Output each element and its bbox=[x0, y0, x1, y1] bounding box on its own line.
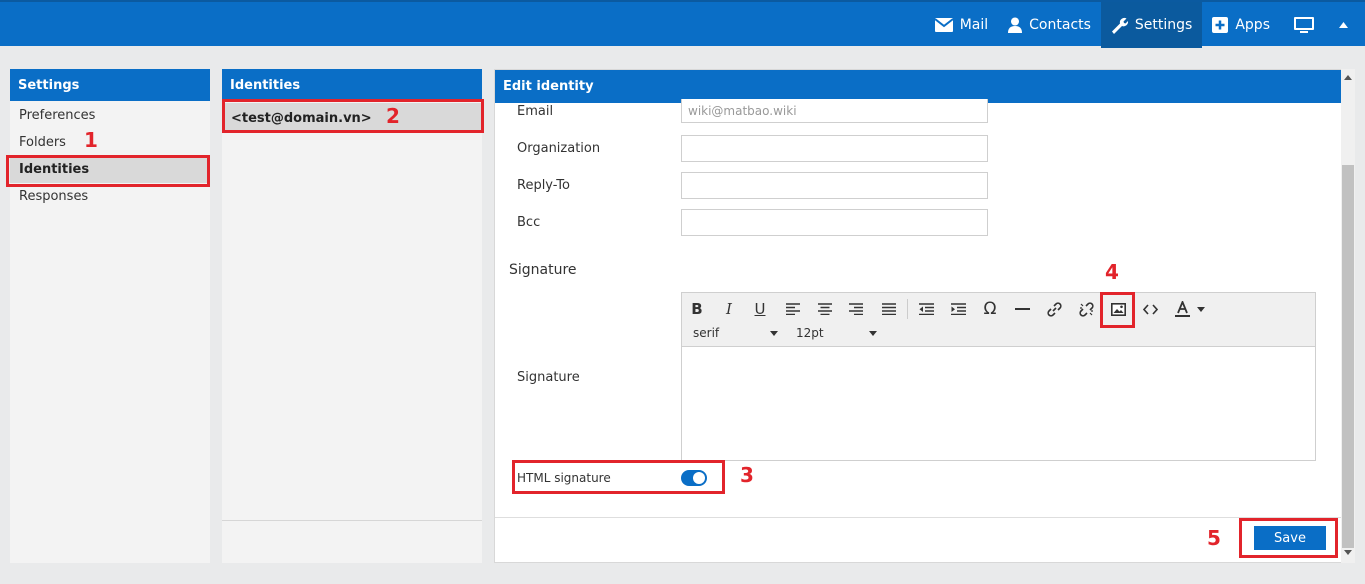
link-icon bbox=[1046, 301, 1062, 317]
nav-mail-label: Mail bbox=[959, 17, 989, 33]
nav-apps-label: Apps bbox=[1235, 17, 1270, 33]
plus-square-icon bbox=[1212, 17, 1229, 33]
special-char-button[interactable]: Ω bbox=[979, 297, 1001, 321]
annotation-number-3: 3 bbox=[740, 463, 754, 487]
annotation-box-identities bbox=[6, 155, 210, 187]
reply-to-label: Reply-To bbox=[517, 178, 570, 193]
justify-button[interactable] bbox=[878, 297, 900, 321]
link-button[interactable] bbox=[1043, 297, 1065, 321]
unlink-icon bbox=[1078, 301, 1094, 317]
text-color-dropdown[interactable] bbox=[1194, 297, 1208, 321]
signature-editor[interactable] bbox=[681, 346, 1316, 461]
underline-button[interactable]: U bbox=[749, 297, 771, 321]
settings-panel-title: Settings bbox=[10, 69, 210, 101]
font-family-value: serif bbox=[693, 326, 720, 340]
scroll-down-icon bbox=[1344, 550, 1352, 555]
annotation-number-2: 2 bbox=[386, 104, 400, 128]
toolbar-divider bbox=[907, 299, 908, 319]
identities-panel-title: Identities bbox=[222, 69, 482, 101]
nav-apps[interactable]: Apps bbox=[1202, 2, 1280, 48]
contacts-icon bbox=[1008, 17, 1023, 33]
annotation-box-identity bbox=[222, 99, 484, 133]
annotation-number-1: 1 bbox=[84, 128, 98, 152]
nav-settings[interactable]: Settings bbox=[1100, 2, 1203, 48]
email-label: Email bbox=[517, 104, 554, 119]
settings-panel: Settings Preferences Folders Identities … bbox=[10, 69, 210, 563]
align-left-icon bbox=[786, 303, 800, 315]
identities-footer-divider bbox=[222, 520, 482, 521]
reply-to-field[interactable] bbox=[681, 172, 988, 199]
font-family-select[interactable]: serif bbox=[693, 324, 778, 342]
code-icon bbox=[1142, 303, 1158, 315]
settings-item-preferences[interactable]: Preferences bbox=[10, 102, 210, 129]
align-center-button[interactable] bbox=[814, 297, 836, 321]
mail-icon bbox=[934, 18, 953, 32]
align-center-icon bbox=[818, 303, 832, 315]
horizontal-rule-icon bbox=[1014, 308, 1030, 310]
bold-button[interactable]: B bbox=[686, 297, 708, 321]
nav-settings-label: Settings bbox=[1134, 17, 1193, 33]
text-color-button[interactable] bbox=[1171, 297, 1193, 321]
monitor-icon bbox=[1294, 16, 1314, 33]
horizontal-rule-button[interactable] bbox=[1011, 297, 1033, 321]
nav-collapse[interactable] bbox=[1335, 2, 1365, 48]
email-field[interactable] bbox=[681, 99, 988, 123]
signature-label: Signature bbox=[517, 370, 580, 385]
form-footer-divider bbox=[495, 517, 1341, 518]
caret-down-icon bbox=[1197, 306, 1205, 312]
font-size-select[interactable]: 12pt bbox=[796, 324, 877, 342]
nav-screen[interactable] bbox=[1280, 2, 1335, 48]
identities-panel: Identities <test@domain.vn> bbox=[222, 69, 482, 563]
nav-mail[interactable]: Mail bbox=[925, 2, 998, 48]
align-right-button[interactable] bbox=[845, 297, 867, 321]
organization-label: Organization bbox=[517, 141, 601, 156]
text-color-icon bbox=[1174, 301, 1190, 317]
nav-contacts[interactable]: Contacts bbox=[998, 2, 1101, 48]
caret-down-icon bbox=[869, 330, 877, 336]
organization-field[interactable] bbox=[681, 135, 988, 162]
annotation-box-image-button bbox=[1100, 292, 1135, 328]
nav-contacts-label: Contacts bbox=[1029, 17, 1091, 33]
signature-toolbar: B I U Ω serif 12pt bbox=[681, 292, 1316, 346]
indent-icon bbox=[950, 303, 966, 315]
annotation-number-5: 5 bbox=[1207, 526, 1221, 550]
top-bar: Mail Contacts Settings Apps bbox=[0, 0, 1365, 48]
annotation-box-html-signature bbox=[512, 460, 725, 494]
caret-up-icon bbox=[1339, 22, 1348, 28]
settings-item-folders[interactable]: Folders bbox=[10, 129, 210, 156]
outdent-icon bbox=[918, 303, 934, 315]
align-right-icon bbox=[849, 303, 863, 315]
font-size-value: 12pt bbox=[796, 326, 824, 340]
source-code-button[interactable] bbox=[1139, 297, 1161, 321]
scrollbar-thumb[interactable] bbox=[1342, 165, 1354, 548]
align-left-button[interactable] bbox=[782, 297, 804, 321]
italic-button[interactable]: I bbox=[718, 297, 740, 321]
bcc-field[interactable] bbox=[681, 209, 988, 236]
bcc-label: Bcc bbox=[517, 215, 541, 230]
scroll-up-icon bbox=[1344, 75, 1352, 80]
indent-button[interactable] bbox=[947, 297, 969, 321]
top-nav: Mail Contacts Settings Apps bbox=[925, 2, 1365, 48]
settings-item-responses[interactable]: Responses bbox=[10, 183, 210, 210]
signature-section-title: Signature bbox=[509, 262, 577, 278]
annotation-box-save bbox=[1239, 518, 1338, 558]
unlink-button[interactable] bbox=[1075, 297, 1097, 321]
wrench-icon bbox=[1111, 17, 1128, 34]
outdent-button[interactable] bbox=[915, 297, 937, 321]
justify-icon bbox=[882, 303, 896, 315]
caret-down-icon bbox=[770, 330, 778, 336]
annotation-number-4: 4 bbox=[1105, 260, 1119, 284]
